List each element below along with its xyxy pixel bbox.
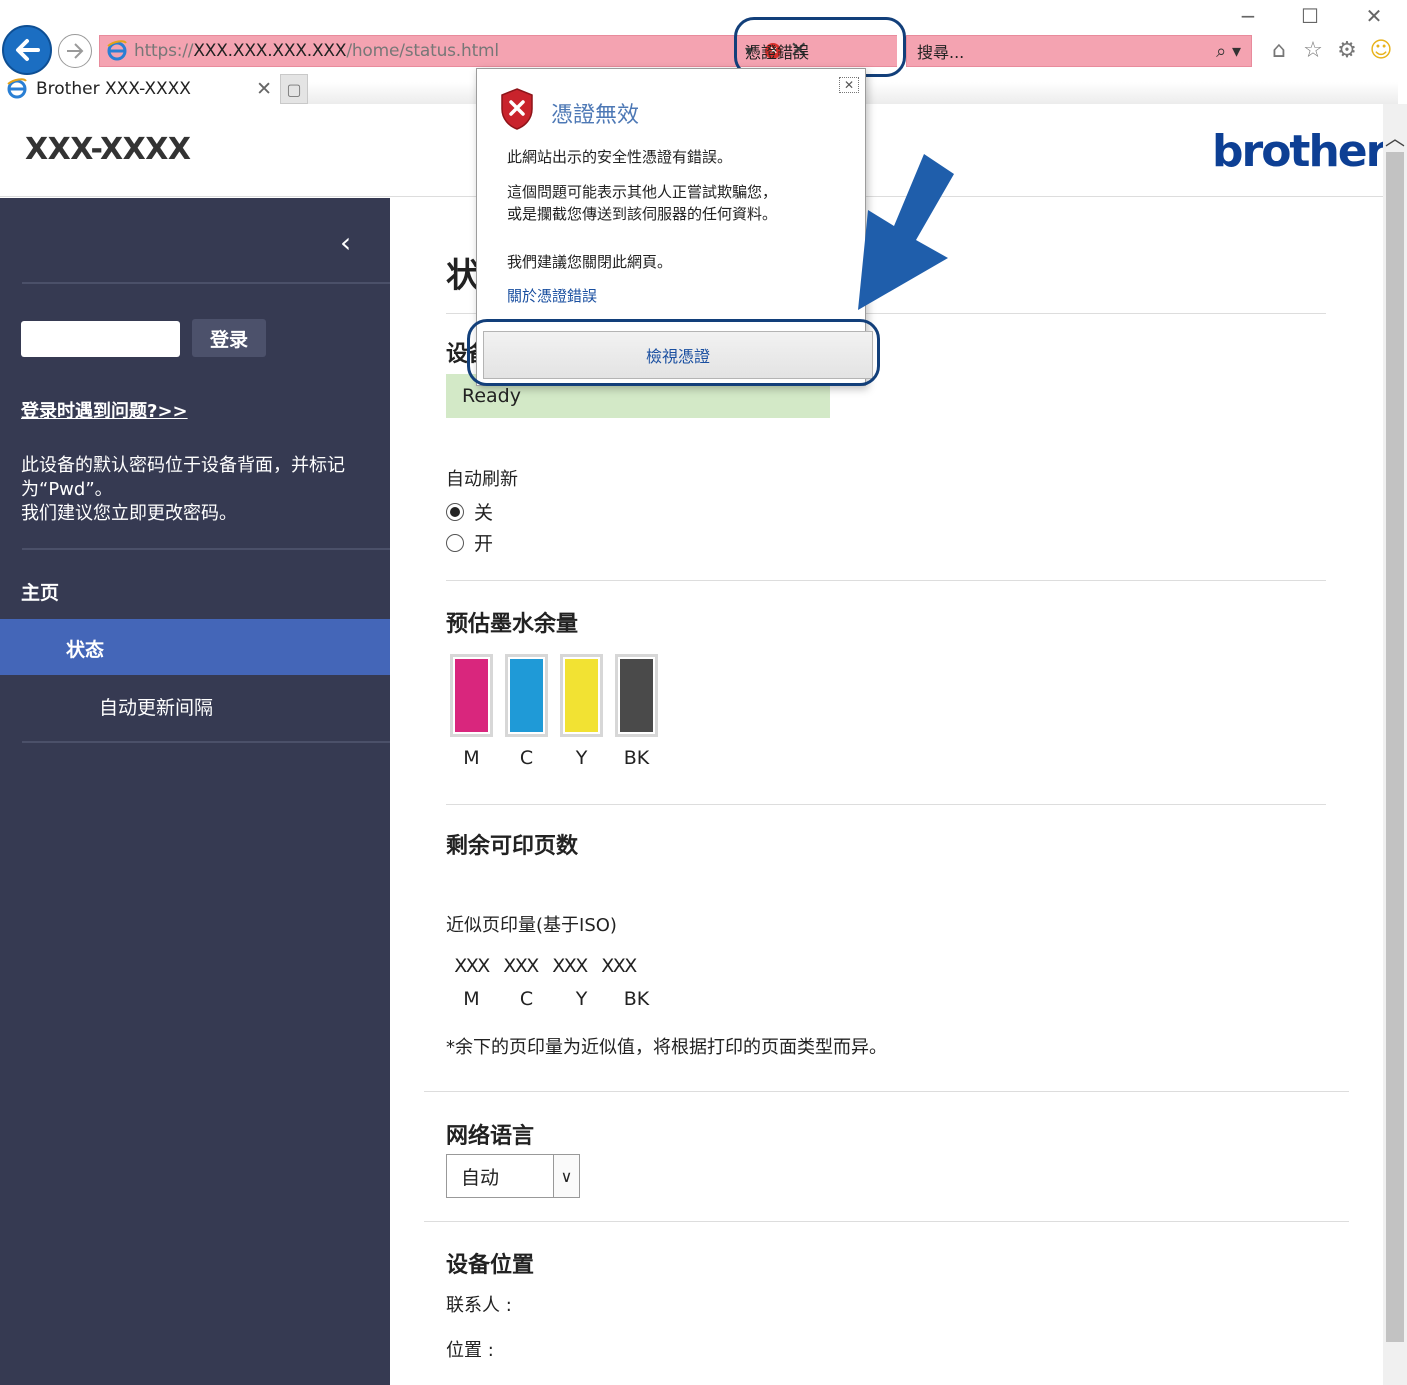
divider <box>446 580 1326 581</box>
divider <box>424 1221 1349 1222</box>
nav-home[interactable]: 主页 <box>21 578 59 605</box>
sidebar-divider <box>22 548 390 550</box>
divider <box>446 804 1326 805</box>
favorites-star-icon[interactable]: ☆ <box>1300 36 1326 64</box>
ink-label: BK <box>623 747 650 769</box>
ink-bar-c <box>505 654 548 737</box>
remaining-pages-heading: 剩余可印页数 <box>446 834 579 859</box>
page-count-label: BK <box>623 988 650 1010</box>
about-cert-errors-link[interactable]: 關於憑證錯誤 <box>507 285 597 306</box>
ink-bar-m <box>450 654 493 737</box>
ink-bar-y <box>560 654 603 737</box>
shield-error-icon <box>501 88 533 130</box>
radio-on-label: 开 <box>474 533 494 555</box>
page-count-values: XXX XXX XXX XXX <box>450 955 640 977</box>
back-button[interactable] <box>2 25 52 75</box>
url-text: https://XXX.XXX.XXX.XXX/home/status.html <box>134 41 499 61</box>
address-bar[interactable]: https://XXX.XXX.XXX.XXX/home/status.html <box>99 35 737 67</box>
password-note: 此设备的默认密码位于设备背面，并标记为“Pwd”。 我们建议您立即更改密码。 <box>21 455 345 524</box>
login-trouble-link[interactable]: 登录时遇到问题?>> <box>21 397 188 423</box>
ink-label: M <box>463 747 480 769</box>
sidebar-divider <box>22 282 390 284</box>
model-name: XXX-XXXX <box>25 132 191 167</box>
minimize-icon[interactable]: − <box>1232 4 1264 28</box>
feedback-smiley-icon[interactable]: ☺ <box>1368 36 1394 64</box>
page-count-value: XXX <box>552 955 588 977</box>
web-language-heading: 网络语言 <box>446 1124 535 1149</box>
ink-level-heading: 预估墨水余量 <box>446 612 579 637</box>
password-input[interactable] <box>21 321 180 357</box>
settings-gear-icon[interactable]: ⚙ <box>1334 36 1360 64</box>
web-language-select[interactable]: 自动 ∨ <box>446 1154 580 1198</box>
nav-auto-refresh-interval[interactable]: 自动更新间隔 <box>99 693 213 720</box>
location-label: 位置 : <box>446 1340 494 1361</box>
ink-fill <box>510 659 543 732</box>
sidebar: ‹ 登录 登录时遇到问题?>> 此设备的默认密码位于设备背面，并标记为“Pwd”… <box>0 198 390 1385</box>
ink-level-bars <box>450 654 658 737</box>
sidebar-divider <box>22 741 390 743</box>
new-tab-icon: ▢ <box>286 79 302 99</box>
page-count-value: XXX <box>454 955 490 977</box>
new-tab-button[interactable]: ▢ <box>280 74 308 104</box>
tab-title: Brother XXX-XXXX <box>36 79 191 99</box>
page-count-note: *余下的页印量为近似值，将根据打印的页面类型而异。 <box>446 1037 887 1058</box>
device-location-heading: 设备位置 <box>446 1253 535 1278</box>
close-window-icon[interactable]: ✕ <box>1358 4 1390 28</box>
search-placeholder: 搜尋... <box>917 43 965 62</box>
ink-label: Y <box>575 747 588 769</box>
brother-logo: brother <box>1212 126 1387 177</box>
search-box[interactable]: 搜尋... ⌕ ▾ <box>906 35 1252 67</box>
popup-text-line2: 這個問題可能表示其他人正嘗試欺騙您， <box>507 183 778 201</box>
popup-text-line4: 我們建議您關閉此網頁。 <box>507 253 673 271</box>
ie-icon <box>107 40 127 61</box>
radio-button[interactable] <box>446 533 464 552</box>
maximize-icon[interactable]: ☐ <box>1294 4 1326 28</box>
ink-fill <box>620 659 653 732</box>
home-icon[interactable]: ⌂ <box>1266 36 1292 64</box>
page-count-label: Y <box>575 988 588 1010</box>
radio-on[interactable]: 开 <box>446 529 493 556</box>
vertical-scrollbar[interactable]: ︿ <box>1383 104 1407 1385</box>
page-count-labels: M C Y BK <box>450 988 658 1010</box>
close-tab-icon[interactable]: ✕ <box>256 78 272 100</box>
ink-fill <box>565 659 598 732</box>
popup-text-line3: 或是攔截您傳送到該伺服器的任何資料。 <box>507 205 778 223</box>
scroll-up-icon[interactable]: ︿ <box>1385 122 1405 151</box>
view-certificate-highlight <box>467 319 880 386</box>
page-count-label: C <box>519 988 534 1010</box>
page-count-label: M <box>463 988 480 1010</box>
nav-status-label: 状态 <box>66 639 105 661</box>
ink-bar-bk <box>615 654 658 737</box>
popup-text-line1: 此網站出示的安全性憑證有錯誤。 <box>507 148 733 166</box>
divider <box>424 1091 1349 1092</box>
search-icon[interactable]: ⌕ ▾ <box>1216 41 1241 62</box>
close-popup-icon[interactable]: ✕ <box>839 77 859 93</box>
approx-pages-label: 近似页印量(基于ISO) <box>446 915 617 936</box>
auto-refresh-label: 自动刷新 <box>446 469 518 490</box>
page-count-value: XXX <box>503 955 539 977</box>
forward-arrow-icon <box>67 43 84 59</box>
tab-ie-icon <box>7 78 27 99</box>
page-count-value: XXX <box>601 955 637 977</box>
browser-tab[interactable]: Brother XXX-XXXX ✕ <box>0 74 278 104</box>
web-language-value: 自动 <box>461 1166 500 1189</box>
nav-status[interactable]: 状态 <box>0 619 390 675</box>
contact-label: 联系人 : <box>446 1295 512 1316</box>
collapse-chevron-icon[interactable]: ‹ <box>340 226 351 259</box>
ink-label: C <box>519 747 534 769</box>
chevron-down-icon[interactable]: ∨ <box>553 1155 579 1197</box>
back-arrow-icon <box>16 39 40 61</box>
radio-button-checked[interactable] <box>446 502 464 521</box>
popup-title: 憑證無效 <box>551 103 640 128</box>
radio-off-label: 关 <box>474 502 494 524</box>
ink-fill <box>455 659 488 732</box>
login-button[interactable]: 登录 <box>192 319 266 357</box>
callout-arrow-icon <box>858 154 954 310</box>
radio-off[interactable]: 关 <box>446 498 493 525</box>
toolbar-icons: ⌂ ☆ ⚙ ☺ <box>1266 36 1394 64</box>
ink-labels: M C Y BK <box>450 747 658 769</box>
forward-button[interactable] <box>58 34 92 68</box>
scrollbar-thumb[interactable] <box>1386 152 1404 1342</box>
